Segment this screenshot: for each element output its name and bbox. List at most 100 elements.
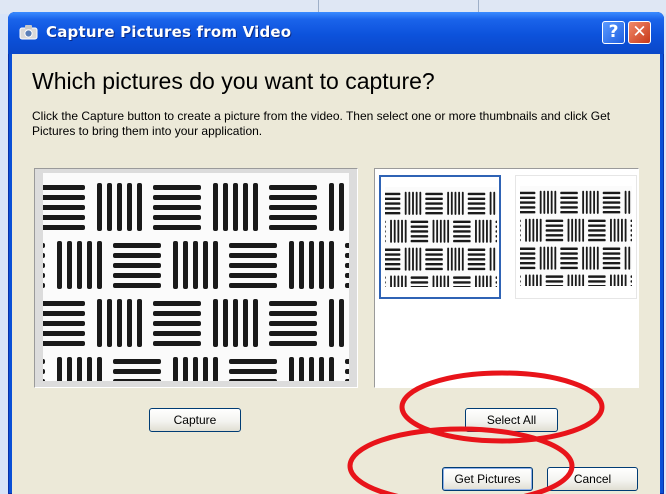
pattern-bar — [385, 248, 401, 251]
pattern-bar — [97, 299, 102, 347]
pattern-bar — [329, 241, 334, 289]
pattern-bar — [482, 219, 485, 243]
pattern-bar — [419, 191, 422, 215]
pattern-bar — [624, 190, 627, 214]
pattern-bar — [329, 357, 334, 381]
pattern-bar — [345, 263, 349, 268]
pattern-bar — [385, 207, 401, 210]
pattern-bar — [560, 247, 578, 250]
pattern-bar — [113, 243, 161, 248]
pattern-bar — [419, 247, 422, 271]
thumbnail-selected[interactable] — [379, 175, 501, 299]
pattern-bar — [545, 219, 564, 223]
pattern-bar — [467, 248, 486, 251]
pattern-bar — [113, 359, 161, 364]
pattern-bar — [410, 235, 429, 238]
pattern-bar — [43, 215, 85, 220]
capture-button[interactable]: Capture — [149, 408, 241, 432]
pattern-bar — [621, 218, 623, 242]
get-pictures-button[interactable]: Get Pictures — [442, 467, 533, 491]
pattern-bar — [475, 219, 477, 243]
pattern-bar — [489, 247, 492, 271]
pattern-bar — [385, 286, 386, 287]
pattern-bar — [127, 299, 132, 347]
pattern-bar — [113, 273, 161, 278]
pattern-bar — [410, 230, 429, 233]
pattern-bar — [461, 247, 464, 271]
pattern-bar — [560, 191, 578, 195]
pattern-bar — [520, 252, 536, 255]
pattern-bar — [43, 369, 45, 374]
pattern-bar — [602, 247, 621, 250]
thumbnail[interactable] — [515, 175, 637, 299]
pattern-bar — [385, 192, 401, 196]
pattern-bar — [345, 243, 349, 248]
thumbnail-list[interactable] — [374, 168, 639, 388]
pattern-bar — [345, 379, 349, 381]
pattern-bar — [454, 247, 457, 271]
pattern-bar — [545, 280, 564, 283]
pattern-bar — [589, 190, 592, 214]
pattern-bar — [554, 246, 557, 270]
pattern-bar — [588, 234, 606, 237]
select-all-button[interactable]: Select All — [465, 408, 558, 432]
pattern-bar — [447, 275, 450, 287]
pattern-bar — [404, 247, 407, 271]
pattern-bar — [213, 299, 218, 347]
pattern-bar — [588, 224, 606, 227]
pattern-bar — [233, 299, 238, 347]
pattern-bar — [493, 191, 496, 215]
pattern-bar — [319, 241, 324, 289]
pattern-bar — [588, 238, 606, 242]
pattern-bar — [495, 276, 497, 279]
pattern-bar — [410, 276, 429, 279]
close-button[interactable]: ✕ — [628, 21, 651, 44]
pattern-bar — [432, 219, 435, 243]
pattern-bar — [453, 225, 471, 228]
pattern-bar — [43, 263, 45, 268]
pattern-bar — [610, 274, 612, 286]
pattern-bar — [624, 274, 627, 286]
pattern-bar — [588, 280, 606, 283]
pattern-bar — [43, 253, 45, 258]
pattern-bar — [536, 274, 538, 286]
pattern-bar — [401, 219, 403, 243]
pattern-bar — [489, 275, 492, 287]
help-button[interactable]: ? — [602, 21, 625, 44]
cancel-button[interactable]: Cancel — [547, 467, 638, 491]
pattern-bar — [329, 183, 334, 231]
pattern-bar — [229, 253, 277, 258]
pattern-bar — [269, 321, 317, 326]
pattern-bar — [77, 241, 82, 289]
pattern-bar — [345, 369, 349, 374]
pattern-bar — [447, 191, 450, 215]
pattern-bar — [630, 285, 632, 286]
pattern-bar — [385, 239, 386, 243]
pattern-bar — [560, 201, 578, 204]
pattern-bar — [253, 183, 258, 231]
pattern-bar — [585, 190, 588, 214]
pattern-bar — [486, 275, 488, 287]
pattern-bar — [233, 183, 238, 231]
pattern-bar — [67, 357, 72, 381]
pattern-bar — [520, 234, 521, 237]
pattern-bar — [229, 273, 277, 278]
pattern-bar — [385, 262, 401, 266]
pattern-bar — [153, 301, 201, 306]
pattern-bar — [593, 190, 596, 214]
pattern-bar — [412, 191, 414, 215]
pattern-bar — [628, 190, 631, 214]
pattern-bar — [602, 252, 621, 255]
pattern-bar — [630, 224, 632, 227]
pattern-bar — [624, 218, 627, 242]
pattern-bar — [410, 281, 429, 284]
pattern-bar — [560, 206, 578, 209]
pattern-bar — [539, 246, 542, 270]
pattern-bar — [113, 369, 161, 374]
pattern-bar — [453, 230, 471, 233]
pattern-bar — [153, 225, 201, 230]
pattern-bar — [43, 195, 85, 200]
pattern-bar — [528, 274, 531, 286]
pattern-bar — [450, 191, 453, 215]
pattern-bar — [425, 202, 443, 205]
